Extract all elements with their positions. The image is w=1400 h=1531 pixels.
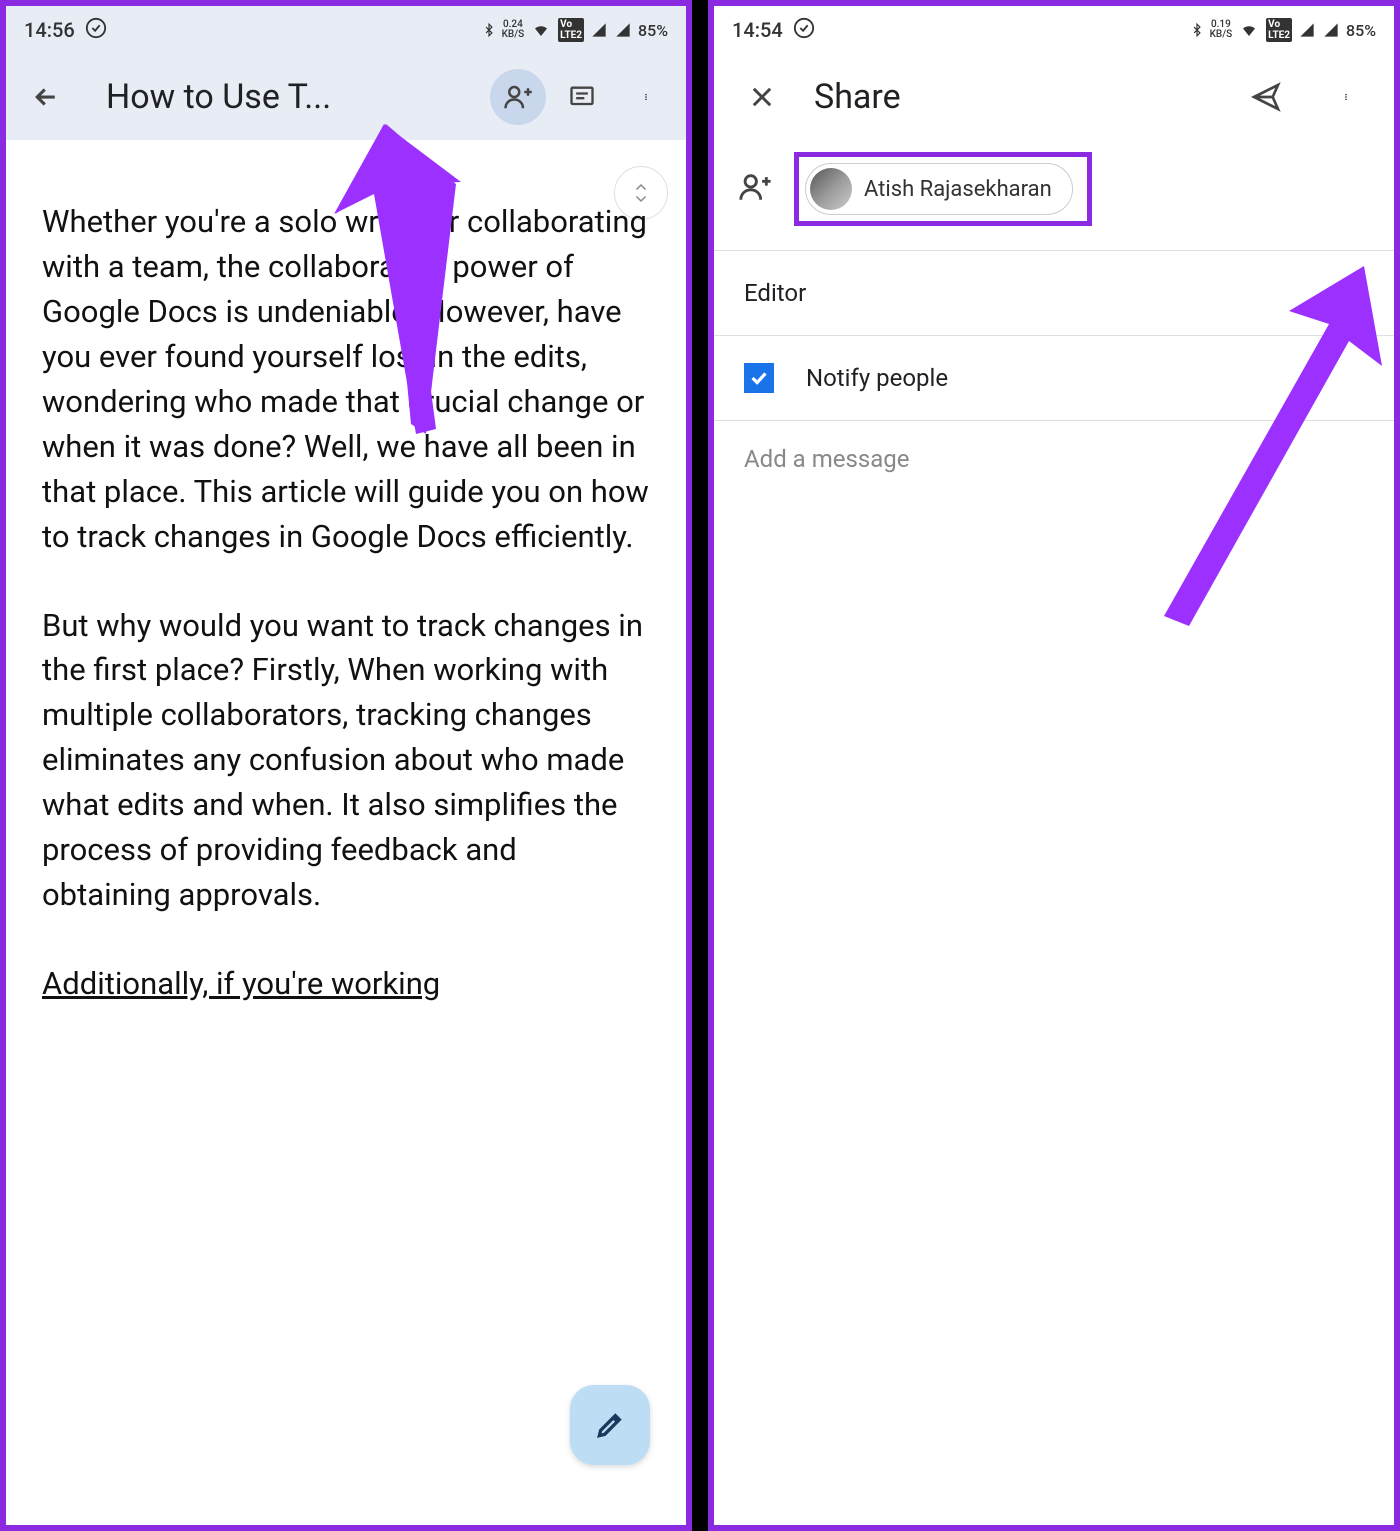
bluetooth-icon [1190,20,1204,40]
role-label: Editor [744,279,806,307]
share-person-button[interactable] [490,69,546,125]
more-button[interactable] [1318,69,1374,125]
lte-badge: VoLTE2 [1266,18,1292,42]
close-button[interactable] [734,69,790,125]
net-speed: 0.19 KB/S [1210,20,1233,40]
share-title: Share [814,77,1214,117]
message-input[interactable]: Add a message [714,421,1394,497]
more-button[interactable] [618,69,674,125]
status-bar: 14:54 0.19 KB/S VoLTE2 85% [714,6,1394,54]
add-person-icon [738,170,772,208]
check-circle-icon [85,17,107,44]
role-dropdown[interactable]: Editor [714,251,1394,335]
signal-icon [1298,22,1316,38]
appbar-share: Share [714,54,1394,140]
comments-button[interactable] [554,69,610,125]
battery-text: 85% [1346,21,1376,40]
share-person-row: Atish Rajasekharan [714,140,1394,250]
person-chip[interactable]: Atish Rajasekharan [805,163,1073,215]
battery-text: 85% [638,21,668,40]
dropdown-icon [1346,279,1364,307]
bluetooth-icon [482,20,496,40]
net-speed: 0.24 KB/S [502,20,525,40]
person-chip-highlight: Atish Rajasekharan [794,152,1092,226]
status-bar: 14:56 0.24 KB/S VoLTE2 85% [6,6,686,54]
edit-fab[interactable] [570,1385,650,1465]
appbar-docs: How to Use T... [6,54,686,140]
notify-label: Notify people [806,364,948,392]
signal-icon-2 [614,22,632,38]
lte-badge: VoLTE2 [558,18,584,42]
status-time: 14:56 [24,18,75,42]
person-name: Atish Rajasekharan [864,177,1052,202]
notify-row[interactable]: Notify people [714,336,1394,420]
notify-checkbox[interactable] [744,363,774,393]
document-body[interactable]: Whether you're a solo writer or collabor… [6,140,686,1007]
message-placeholder: Add a message [744,445,910,473]
status-time: 14:54 [732,18,783,42]
signal-icon-2 [1322,22,1340,38]
doc-paragraph: Whether you're a solo writer or collabor… [42,200,650,560]
avatar [810,168,852,210]
doc-paragraph: But why would you want to track changes … [42,604,650,919]
wifi-icon [530,21,552,39]
doc-paragraph: Additionally, if you're working [42,962,650,1007]
back-button[interactable] [18,69,74,125]
doc-title[interactable]: How to Use T... [82,77,482,117]
phone-right: 14:54 0.19 KB/S VoLTE2 85% [708,0,1400,1531]
signal-icon [590,22,608,38]
wifi-icon [1238,21,1260,39]
check-circle-icon [793,17,815,44]
send-button[interactable] [1238,69,1294,125]
phone-left: 14:56 0.24 KB/S VoLTE2 85% [0,0,692,1531]
